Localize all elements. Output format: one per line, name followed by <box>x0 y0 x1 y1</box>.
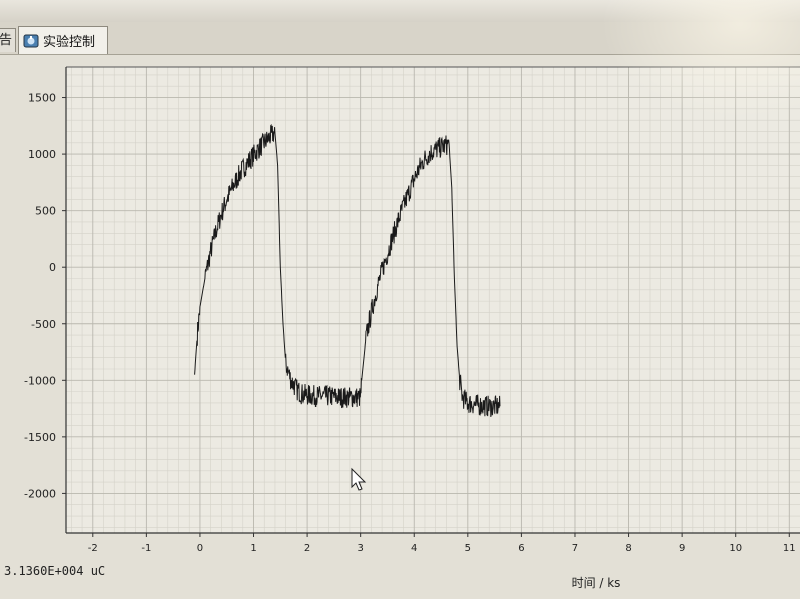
plot-panel: 1500 1000 500 0 -500 -1000 -1500 -2000 -2 -1 0 1 2 3 4… <box>0 55 800 599</box>
chart: 1500 1000 500 0 -500 -1000 -1500 -2000 -2 -1 0 1 2 3 4… <box>24 66 800 590</box>
x-tick-label: -1 <box>141 543 151 554</box>
x-tick-label: 9 <box>679 543 685 554</box>
y-tick-label: -500 <box>31 318 56 331</box>
x-tick-label: 7 <box>572 543 578 554</box>
tab-report[interactable]: 告 <box>0 28 16 52</box>
y-tick-label: -2000 <box>24 487 56 500</box>
tab-experiment-control[interactable]: 实验控制 <box>18 26 108 54</box>
x-tick-label: 5 <box>465 543 471 554</box>
tab-strip: 告 实验控制 <box>0 22 800 55</box>
tab-experiment-control-label: 实验控制 <box>43 35 96 50</box>
title-bar <box>0 0 800 22</box>
tab-report-label: 告 <box>0 33 12 48</box>
x-tick-label: 4 <box>411 543 417 554</box>
x-tick-label: 6 <box>518 543 524 554</box>
experiment-control-icon <box>23 33 39 49</box>
status-readout: 3.1360E+004 uC <box>4 564 106 578</box>
x-tick-label: 0 <box>197 543 203 554</box>
x-tick-label: 8 <box>625 543 631 554</box>
x-tick-label: 3 <box>357 543 363 554</box>
x-tick-label: -2 <box>88 543 98 554</box>
y-tick-label: 1500 <box>28 92 56 105</box>
y-tick-label: 1000 <box>28 148 56 161</box>
x-tick-label: 2 <box>304 543 310 554</box>
x-tick-label: 10 <box>729 543 742 554</box>
y-tick-label: 500 <box>35 205 56 218</box>
plot-area <box>66 67 800 533</box>
y-tick-label: -1000 <box>24 374 56 387</box>
y-tick-label: 0 <box>49 261 56 274</box>
y-tick-label: -1500 <box>24 431 56 444</box>
x-tick-label: 1 <box>250 543 256 554</box>
x-axis-label: 时间 / ks <box>572 576 621 590</box>
x-tick-label: 11 <box>783 543 796 554</box>
